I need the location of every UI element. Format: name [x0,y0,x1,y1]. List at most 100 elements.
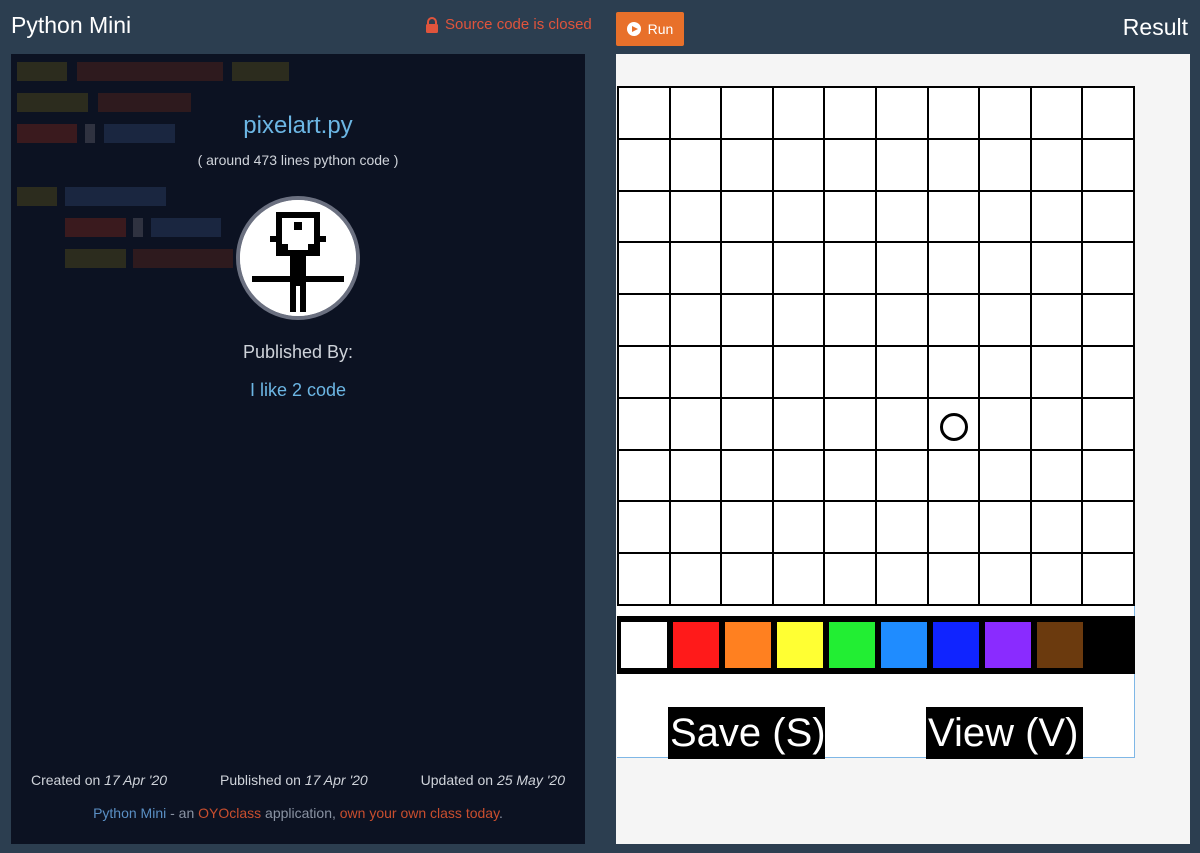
pixel-cell[interactable] [876,295,929,347]
pixel-cell[interactable] [722,139,774,192]
pixel-cell[interactable] [876,88,929,140]
pixel-cell[interactable] [1083,139,1135,192]
pixel-cell[interactable] [1031,450,1084,503]
pixel-cell[interactable] [670,139,723,192]
pixel-cell[interactable] [876,398,929,451]
pixel-cell[interactable] [619,398,671,451]
result-canvas[interactable]: Save (S) View (V) [617,86,1135,759]
pixel-cell[interactable] [619,502,671,555]
pixel-cell[interactable] [722,346,774,399]
pixel-cell[interactable] [670,502,723,555]
pixel-cell[interactable] [670,191,723,244]
view-button[interactable]: View (V) [926,707,1083,759]
pixel-cell[interactable] [825,295,877,347]
pixel-cell[interactable] [773,346,826,399]
color-swatch[interactable] [621,622,667,668]
pixel-cell[interactable] [1031,139,1084,192]
pixel-cell[interactable] [773,139,826,192]
pixel-cell[interactable] [773,191,826,244]
pixel-cell[interactable] [1083,295,1135,347]
pixel-cell[interactable] [619,346,671,399]
pixel-cell[interactable] [722,502,774,555]
pixel-cell[interactable] [722,554,774,606]
pixel-cell[interactable] [980,191,1032,244]
pixel-cell[interactable] [619,191,671,244]
pixel-cell[interactable] [1031,88,1084,140]
pixel-cell[interactable] [1031,502,1084,555]
pixel-cell[interactable] [928,450,981,503]
pixel-cell[interactable] [876,243,929,296]
pixel-cell[interactable] [722,243,774,296]
pixel-cell[interactable] [980,346,1032,399]
pixel-cell[interactable] [1083,346,1135,399]
pixel-grid[interactable] [617,86,1135,606]
color-swatch[interactable] [881,622,927,668]
pixel-cell[interactable] [722,191,774,244]
color-swatch[interactable] [829,622,875,668]
pixel-cell[interactable] [928,502,981,555]
pixel-cell[interactable] [876,450,929,503]
pixel-cell[interactable] [876,502,929,555]
color-swatch[interactable] [985,622,1031,668]
color-swatch[interactable] [777,622,823,668]
run-button[interactable]: Run [616,12,684,46]
pixel-cell[interactable] [980,243,1032,296]
pixel-cell[interactable] [1031,295,1084,347]
pixel-cell[interactable] [980,295,1032,347]
pixel-cell[interactable] [980,502,1032,555]
pixel-cell[interactable] [825,88,877,140]
pixel-cell[interactable] [773,88,826,140]
pixel-cell[interactable] [1031,554,1084,606]
pixel-cell[interactable] [928,346,981,399]
pixel-cell[interactable] [1031,346,1084,399]
pixel-cell[interactable] [876,346,929,399]
pixel-cell[interactable] [825,346,877,399]
pixel-cell[interactable] [928,139,981,192]
pixel-cell[interactable] [1083,398,1135,451]
pixel-cell[interactable] [825,502,877,555]
pixel-cell[interactable] [619,295,671,347]
pixel-cell[interactable] [980,398,1032,451]
color-swatch[interactable] [725,622,771,668]
pixel-cell[interactable] [876,191,929,244]
pixel-cell[interactable] [722,450,774,503]
pixel-cell[interactable] [1083,88,1135,140]
pixel-cell[interactable] [619,243,671,296]
color-swatch[interactable] [933,622,979,668]
pixel-cell[interactable] [722,88,774,140]
footer-app-link[interactable]: Python Mini [93,805,166,821]
pixel-cell[interactable] [980,554,1032,606]
pixel-cell[interactable] [773,502,826,555]
pixel-cell[interactable] [670,450,723,503]
pixel-cell[interactable] [1083,243,1135,296]
author-avatar[interactable] [236,196,360,320]
pixel-cell[interactable] [825,243,877,296]
pixel-cell[interactable] [619,139,671,192]
pixel-cell[interactable] [619,554,671,606]
color-swatch[interactable] [1037,622,1083,668]
pixel-cell[interactable] [825,191,877,244]
pixel-cell[interactable] [1083,450,1135,503]
footer-cta-link[interactable]: own your own class today [340,805,499,821]
pixel-cell[interactable] [1083,502,1135,555]
pixel-cell[interactable] [773,450,826,503]
pixel-cell[interactable] [928,191,981,244]
pixel-cell[interactable] [825,554,877,606]
pixel-cell[interactable] [1031,191,1084,244]
pixel-cell[interactable] [980,450,1032,503]
pixel-cell[interactable] [928,295,981,347]
pixel-cell[interactable] [928,554,981,606]
pixel-cell[interactable] [722,295,774,347]
author-link[interactable]: I like 2 code [11,380,585,401]
color-swatch[interactable] [1089,622,1135,668]
pixel-cell[interactable] [928,88,981,140]
pixel-cell[interactable] [825,450,877,503]
save-button[interactable]: Save (S) [668,707,825,759]
pixel-cell[interactable] [980,139,1032,192]
color-palette[interactable] [617,616,1135,674]
pixel-cell[interactable] [670,295,723,347]
pixel-cell[interactable] [876,554,929,606]
color-swatch[interactable] [673,622,719,668]
pixel-cell[interactable] [1031,398,1084,451]
pixel-cell[interactable] [670,243,723,296]
